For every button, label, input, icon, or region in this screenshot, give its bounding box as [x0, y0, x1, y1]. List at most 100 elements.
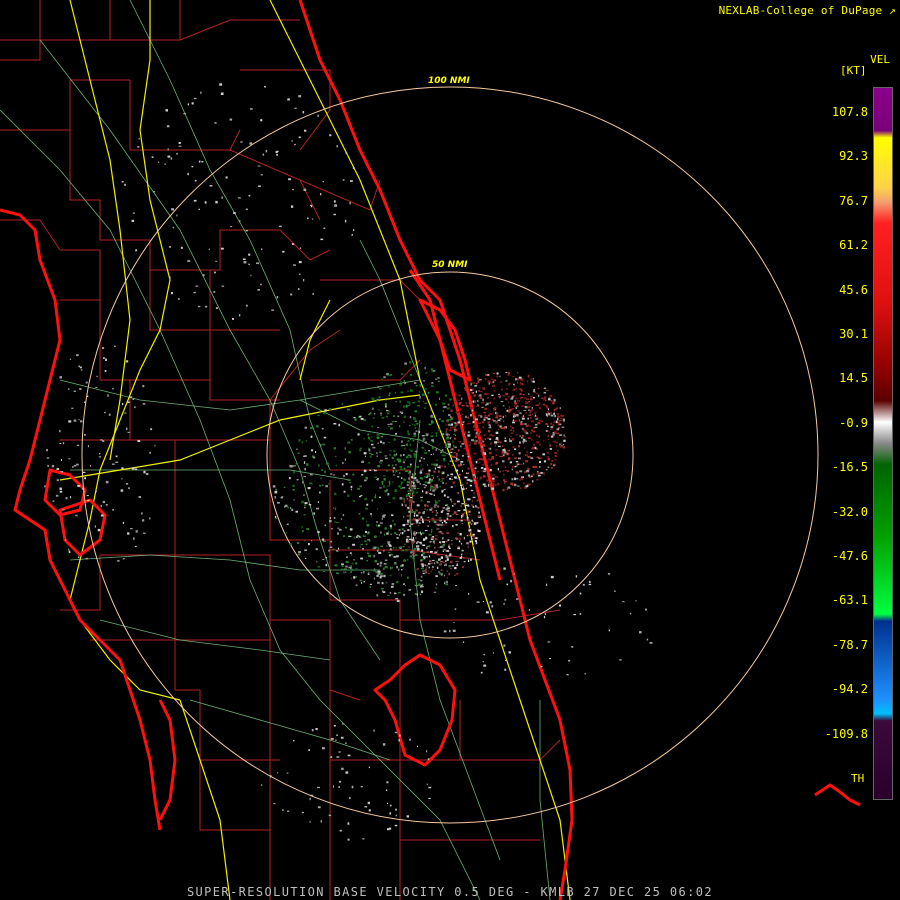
echo-pixel	[311, 205, 313, 208]
echo-pixel	[379, 572, 383, 576]
product-footer: SUPER-RESOLUTION BASE VELOCITY 0.5 DEG -…	[186, 885, 714, 899]
echo-pixel	[443, 459, 446, 462]
echo-pixel	[433, 506, 437, 508]
echo-pixel	[471, 392, 474, 394]
echo-pixel	[608, 629, 610, 632]
echo-pixel	[431, 371, 433, 373]
echo-pixel	[539, 466, 541, 468]
echo-pixel	[460, 504, 462, 507]
echo-pixel	[301, 500, 304, 504]
echo-pixel	[166, 125, 170, 128]
echo-pixel	[482, 444, 485, 447]
echo-pixel	[434, 551, 438, 554]
echo-pixel	[364, 540, 367, 543]
echo-pixel	[335, 564, 338, 567]
echo-pixel	[420, 499, 423, 502]
echo-pixel	[367, 433, 369, 436]
echo-pixel	[415, 423, 419, 425]
echo-pixel	[514, 415, 516, 417]
echo-pixel	[382, 442, 385, 445]
echo-pixel	[180, 246, 183, 249]
echo-pixel	[461, 413, 464, 415]
echo-pixel	[442, 451, 444, 454]
echo-pixel	[431, 385, 434, 388]
echo-pixel	[292, 489, 295, 491]
echo-pixel	[355, 576, 357, 578]
echo-pixel	[350, 180, 353, 182]
echo-pixel	[215, 260, 218, 262]
echo-pixel	[126, 401, 130, 403]
echo-pixel	[584, 672, 586, 675]
echo-pixel	[514, 457, 517, 459]
echo-pixel	[380, 531, 382, 534]
echo-pixel	[333, 213, 336, 216]
echo-pixel	[309, 797, 311, 801]
echo-pixel	[220, 247, 224, 250]
echo-pixel	[310, 794, 314, 796]
echo-pixel	[469, 530, 472, 534]
highways	[59, 0, 571, 900]
echo-pixel	[499, 381, 503, 383]
echo-pixel	[502, 445, 504, 447]
echo-pixel	[510, 482, 514, 485]
echo-pixel	[341, 483, 344, 486]
echo-pixel	[525, 454, 528, 457]
echo-pixel	[422, 400, 424, 403]
echo-pixel	[384, 455, 387, 457]
echo-pixel	[389, 566, 392, 570]
echo-pixel	[457, 546, 460, 548]
echo-pixel	[490, 378, 494, 381]
echo-pixel	[483, 470, 486, 473]
echo-pixel	[368, 555, 371, 558]
echo-pixel	[448, 507, 450, 509]
echo-pixel	[298, 95, 302, 98]
echo-pixel	[466, 517, 469, 519]
echo-pixel	[79, 366, 82, 369]
echo-pixel	[124, 412, 127, 414]
echo-pixel	[412, 557, 415, 560]
echo-pixel	[287, 506, 289, 509]
echo-pixel	[317, 531, 320, 534]
echo-pixel	[367, 801, 370, 805]
echo-pixel	[422, 511, 425, 515]
echo-pixel	[439, 541, 442, 543]
echo-pixel	[68, 550, 71, 553]
echo-pixel	[365, 569, 369, 572]
credit-label[interactable]: NEXLAB-College of DuPage ↗	[719, 4, 896, 17]
echo-pixel	[487, 418, 491, 420]
echo-pixel	[483, 654, 486, 656]
echo-pixel	[383, 549, 385, 552]
echo-pixel	[516, 598, 519, 600]
echo-pixel	[85, 557, 88, 560]
echo-pixel	[249, 142, 253, 145]
echo-pixel	[294, 107, 297, 109]
echo-pixel	[387, 485, 391, 487]
echo-pixel	[519, 470, 523, 473]
echo-pixel	[459, 537, 462, 540]
echo-pixel	[440, 556, 443, 559]
echo-pixel	[445, 433, 449, 436]
echo-pixel	[449, 567, 452, 570]
echo-pixel	[351, 554, 353, 556]
echo-pixel	[135, 530, 138, 533]
echo-pixel	[436, 434, 437, 437]
echo-pixel	[341, 402, 344, 405]
echo-pixel	[475, 418, 478, 421]
echo-pixel	[412, 423, 414, 425]
echo-pixel	[137, 440, 141, 442]
echo-pixel	[376, 563, 379, 566]
echo-pixel	[323, 571, 326, 572]
echo-pixel	[566, 674, 569, 676]
echo-pixel	[524, 405, 528, 409]
echo-pixel	[515, 461, 519, 463]
echo-pixel	[487, 374, 490, 376]
echo-pixel	[439, 517, 442, 519]
echo-pixel	[194, 97, 197, 100]
echo-pixel	[476, 499, 479, 502]
echo-pixel	[464, 511, 466, 514]
echo-pixel	[435, 539, 438, 541]
echo-pixel	[452, 440, 454, 443]
echo-pixel	[59, 430, 61, 433]
echo-pixel	[393, 438, 396, 441]
echo-pixel	[372, 417, 375, 419]
